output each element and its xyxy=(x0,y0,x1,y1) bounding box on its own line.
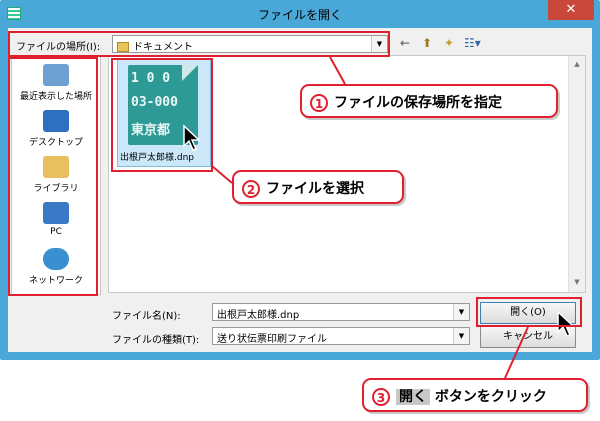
step-number: 3 xyxy=(372,388,390,406)
callout-button-name: 開く xyxy=(396,389,430,405)
callout-connectors xyxy=(211,56,529,379)
step-number: 1 xyxy=(310,94,328,112)
callout-step-3: 3 開く ボタンをクリック xyxy=(362,378,588,412)
callout-step-1: 1 ファイルの保存場所を指定 xyxy=(300,84,558,118)
callout-text: ファイルを選択 xyxy=(266,181,364,197)
step-number: 2 xyxy=(242,180,260,198)
callout-text: ファイルの保存場所を指定 xyxy=(334,95,502,111)
callout-step-2: 2 ファイルを選択 xyxy=(232,170,404,204)
callout-text: ボタンをクリック xyxy=(434,389,547,405)
